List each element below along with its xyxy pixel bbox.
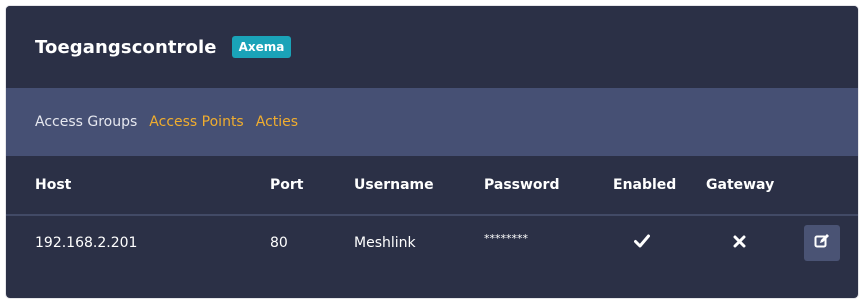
tab-acties[interactable]: Acties — [256, 114, 298, 130]
column-header-host: Host — [35, 177, 72, 193]
column-header-gateway: Gateway — [706, 177, 775, 193]
table-row: 192.168.2.201 80 Meshlink ******** — [6, 216, 858, 270]
column-header-enabled: Enabled — [613, 177, 677, 193]
access-control-panel: Toegangscontrole Axema Access Groups Acc… — [6, 6, 858, 298]
table-header: Host Port Username Password Enabled Gate… — [6, 156, 858, 216]
column-header-username: Username — [354, 177, 434, 193]
username-cell: Meshlink — [354, 235, 416, 251]
tab-access-points[interactable]: Access Points — [149, 114, 243, 130]
host-cell: 192.168.2.201 — [35, 235, 138, 251]
column-header-port: Port — [270, 177, 304, 193]
provider-badge: Axema — [231, 36, 292, 58]
edit-button[interactable] — [804, 225, 840, 261]
panel-header: Toegangscontrole Axema — [6, 6, 858, 88]
port-cell: 80 — [270, 235, 288, 251]
x-icon — [733, 235, 746, 252]
edit-icon — [814, 233, 830, 253]
tab-access-groups[interactable]: Access Groups — [35, 114, 137, 130]
column-header-password: Password — [484, 177, 560, 193]
page-title: Toegangscontrole — [35, 36, 217, 58]
checkmark-icon — [634, 234, 650, 252]
tab-bar: Access Groups Access Points Acties — [6, 88, 858, 156]
password-cell: ******** — [484, 232, 528, 245]
